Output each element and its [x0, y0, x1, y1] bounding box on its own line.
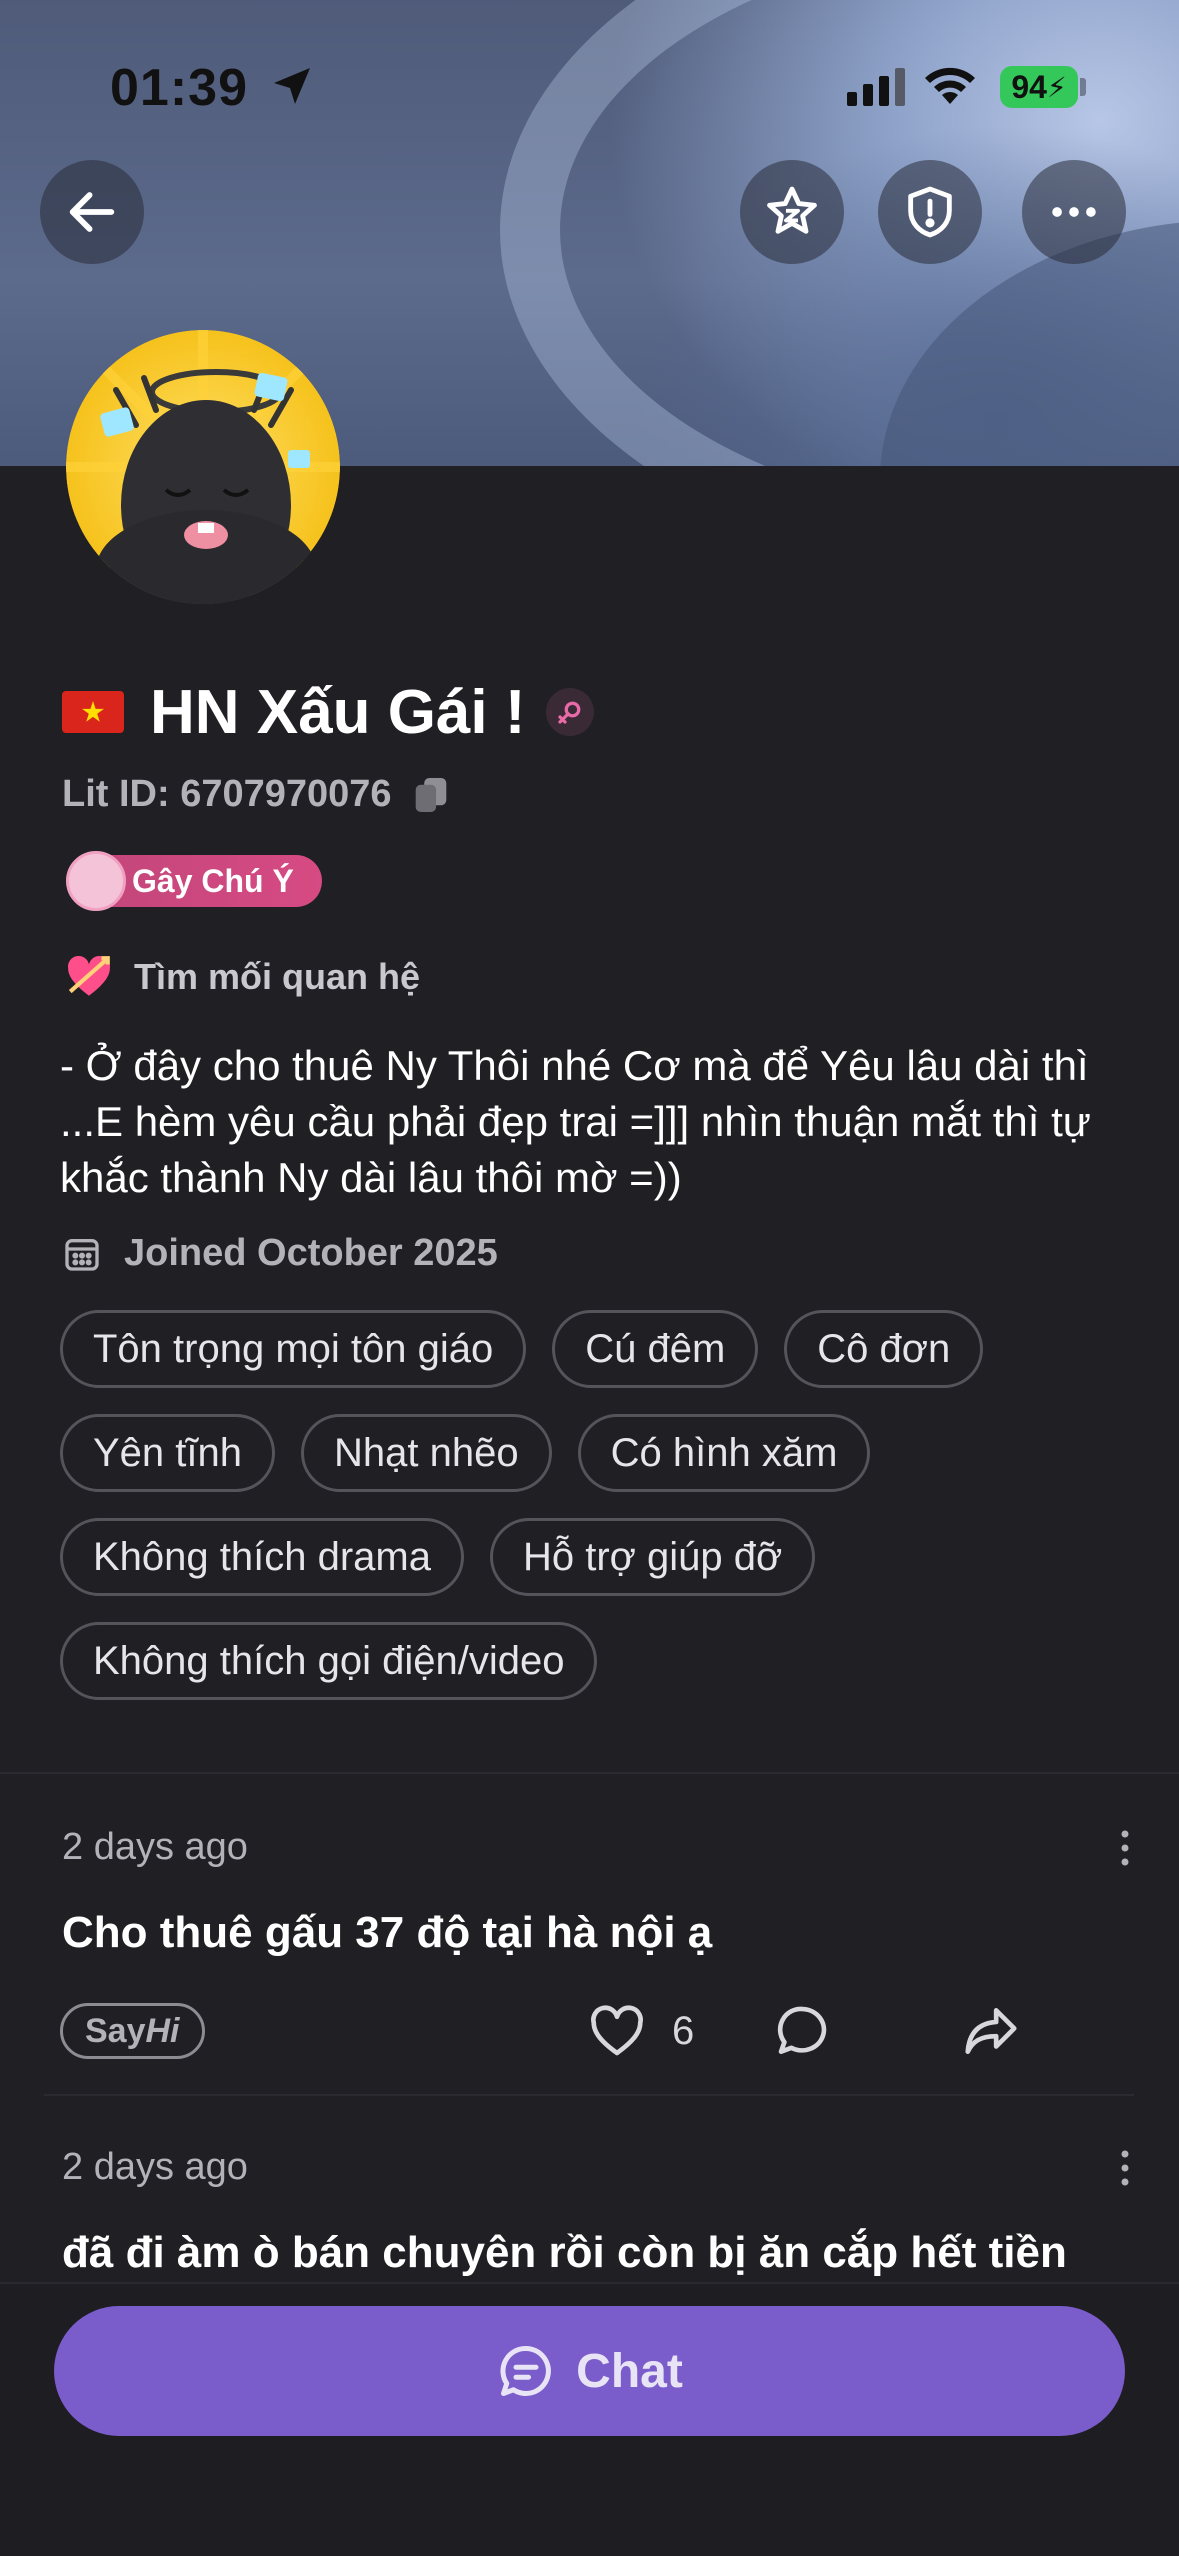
battery-level: 94 [1011, 68, 1047, 105]
chat-button[interactable]: Chat [54, 2306, 1125, 2436]
copy-icon[interactable] [414, 776, 448, 814]
profile-badge[interactable]: Gây Chú Ý [66, 851, 322, 911]
arrow-left-icon [69, 192, 115, 232]
chat-button-label: Chat [576, 2344, 683, 2398]
comment-icon [777, 2006, 827, 2054]
heart-outline-icon [591, 2005, 643, 2056]
post-time: 2 days ago [62, 1826, 248, 1868]
post-time: 2 days ago [62, 2146, 248, 2188]
chat-bubble-icon [500, 2345, 552, 2396]
post-more-icon[interactable] [1120, 1828, 1130, 1868]
post-more-icon[interactable] [1120, 2148, 1130, 2188]
interest-tag: Cú đêm [552, 1310, 759, 1388]
favorite-button[interactable] [740, 160, 844, 264]
cellular-signal-icon [847, 68, 905, 106]
vietnam-flag-icon [62, 691, 124, 733]
profile-bio: - Ở đây cho thuê Ny Thôi nhé Cơ mà để Yê… [60, 1042, 1091, 1201]
charging-bolt-icon: ⚡ [1046, 71, 1067, 103]
sayhi-tag[interactable]: Say Hi [60, 2003, 205, 2059]
wifi-icon [925, 67, 975, 104]
interest-tags: Tôn trọng mọi tôn giáo Cú đêm Cô đơn Yên… [60, 1310, 1140, 1700]
location-arrow-icon [274, 68, 310, 104]
unicorn-badge-icon [66, 851, 126, 911]
interest-tag: Nhạt nhẽo [301, 1414, 552, 1492]
sayhi-hi: Hi [145, 2011, 180, 2050]
like-button[interactable]: 6 [586, 2000, 694, 2062]
back-button[interactable] [40, 160, 144, 264]
more-button[interactable] [1022, 160, 1126, 264]
interest-tag: Tôn trọng mọi tôn giáo [60, 1310, 527, 1388]
profile-name-row: HN Xấu Gái ! [62, 672, 594, 752]
joined-date: Joined October 2025 [62, 1232, 498, 1275]
lit-id: Lit ID: 6707970076 [62, 773, 448, 816]
battery-indicator: 94 ⚡ [1000, 66, 1078, 108]
relationship-goal: Tìm mối quan hệ [64, 952, 420, 1002]
heart-arrow-icon [67, 955, 111, 996]
interest-tag: Có hình xăm [577, 1414, 871, 1492]
calendar-icon [65, 1238, 99, 1271]
share-button[interactable] [960, 2000, 1022, 2062]
status-time: 01:39 [110, 59, 248, 117]
relationship-label: Tìm mối quan hệ [134, 956, 421, 997]
sayhi-say: Say [85, 2011, 146, 2050]
joined-label: Joined October 2025 [124, 1232, 498, 1274]
report-button[interactable] [878, 160, 982, 264]
section-divider [0, 1772, 1179, 1774]
post-divider [44, 2094, 1134, 2096]
post-text[interactable]: đã đi àm ò bán chuyên rồi còn bị ăn cắp … [62, 2228, 1067, 2278]
female-icon [545, 688, 594, 736]
interest-tag: Hỗ trợ giúp đỡ [490, 1518, 816, 1596]
profile-name: HN Xấu Gái ! [150, 677, 526, 747]
more-horizontal-icon [1052, 207, 1096, 217]
lit-id-text: Lit ID: 6707970076 [62, 773, 392, 815]
battery-cap [1080, 78, 1086, 96]
post-text[interactable]: Cho thuê gấu 37 độ tại hà nội ạ [62, 1908, 712, 1958]
interest-tag: Không thích drama [60, 1518, 464, 1596]
interest-tag: Cô đơn [784, 1310, 984, 1388]
interest-tag: Không thích gọi điện/video [60, 1622, 598, 1700]
like-count: 6 [672, 2008, 695, 2053]
comment-button[interactable] [772, 2000, 834, 2062]
share-arrow-icon [965, 2008, 1017, 2054]
interest-tag: Yên tĩnh [60, 1414, 276, 1492]
star-badge-icon [767, 186, 817, 234]
avatar[interactable] [66, 330, 340, 604]
badge-label: Gây Chú Ý [132, 862, 294, 899]
shield-alert-icon [908, 186, 952, 238]
